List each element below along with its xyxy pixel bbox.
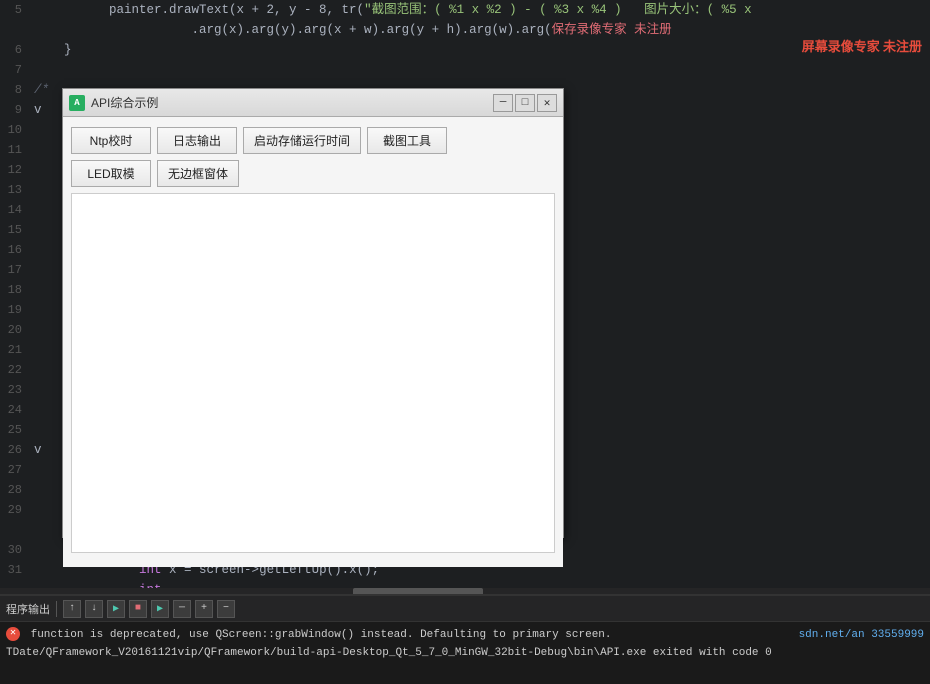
log-output-button[interactable]: 日志输出 xyxy=(157,127,237,154)
api-dialog: A API综合示例 ─ □ ✕ Ntp校时 日志输出 启动存储运行时间 截图工具… xyxy=(62,88,564,538)
button-row-2: LED取模 无边框窗体 xyxy=(71,160,555,187)
error-icon: ✕ xyxy=(6,627,20,641)
minus-btn[interactable]: − xyxy=(217,600,235,618)
watermark: 屏幕录像专家 未注册 xyxy=(802,36,922,55)
plus-btn[interactable]: + xyxy=(195,600,213,618)
button-row-1: Ntp校时 日志输出 启动存储运行时间 截图工具 xyxy=(71,127,555,154)
dialog-body: Ntp校时 日志输出 启动存储运行时间 截图工具 LED取模 无边框窗体 xyxy=(63,117,563,567)
minimize-button[interactable]: ─ xyxy=(493,94,513,112)
close-button[interactable]: ✕ xyxy=(537,94,557,112)
screenshot-tool-button[interactable]: 截图工具 xyxy=(367,127,447,154)
dash-btn[interactable]: ─ xyxy=(173,600,191,618)
bottom-toolbar: 程序输出 ↑ ↓ ▶ ■ ▶ ─ + − xyxy=(0,596,930,622)
output-line-error-icon: ✕ function is deprecated, use QScreen::g… xyxy=(6,626,924,644)
storage-runtime-button[interactable]: 启动存储运行时间 xyxy=(243,127,361,154)
bottom-panel: 程序输出 ↑ ↓ ▶ ■ ▶ ─ + − ✕ function is depre… xyxy=(0,594,930,684)
play-btn[interactable]: ▶ xyxy=(107,600,125,618)
code-line-7: 7 xyxy=(0,60,930,80)
scroll-down-btn[interactable]: ↓ xyxy=(85,600,103,618)
scroll-up-btn[interactable]: ↑ xyxy=(63,600,81,618)
code-line-6: 6 } xyxy=(0,40,930,60)
frameless-window-button[interactable]: 无边框窗体 xyxy=(157,160,239,187)
code-line-cont1: .arg(x).arg(y).arg(x + w).arg(y + h).arg… xyxy=(0,20,930,40)
dialog-app-icon: A xyxy=(69,95,85,111)
ntp-button[interactable]: Ntp校时 xyxy=(71,127,151,154)
maximize-button[interactable]: □ xyxy=(515,94,535,112)
dialog-window-controls: ─ □ ✕ xyxy=(493,94,557,112)
toolbar-separator xyxy=(56,601,57,617)
dialog-content-area xyxy=(71,193,555,553)
led-extract-button[interactable]: LED取模 xyxy=(71,160,151,187)
dialog-titlebar[interactable]: A API综合示例 ─ □ ✕ xyxy=(63,89,563,117)
output-area: ✕ function is deprecated, use QScreen::g… xyxy=(0,622,930,684)
right-info: sdn.net/an 33559999 xyxy=(799,626,924,644)
dialog-title: API综合示例 xyxy=(91,94,493,111)
output-label: 程序输出 xyxy=(6,601,50,617)
stop-btn[interactable]: ■ xyxy=(129,600,147,618)
output-line-2: TDate/QFramework_V20161121vip/QFramework… xyxy=(6,644,924,662)
output-line-1: function is deprecated, use QScreen::gra… xyxy=(31,629,612,641)
play-plus-btn[interactable]: ▶ xyxy=(151,600,169,618)
